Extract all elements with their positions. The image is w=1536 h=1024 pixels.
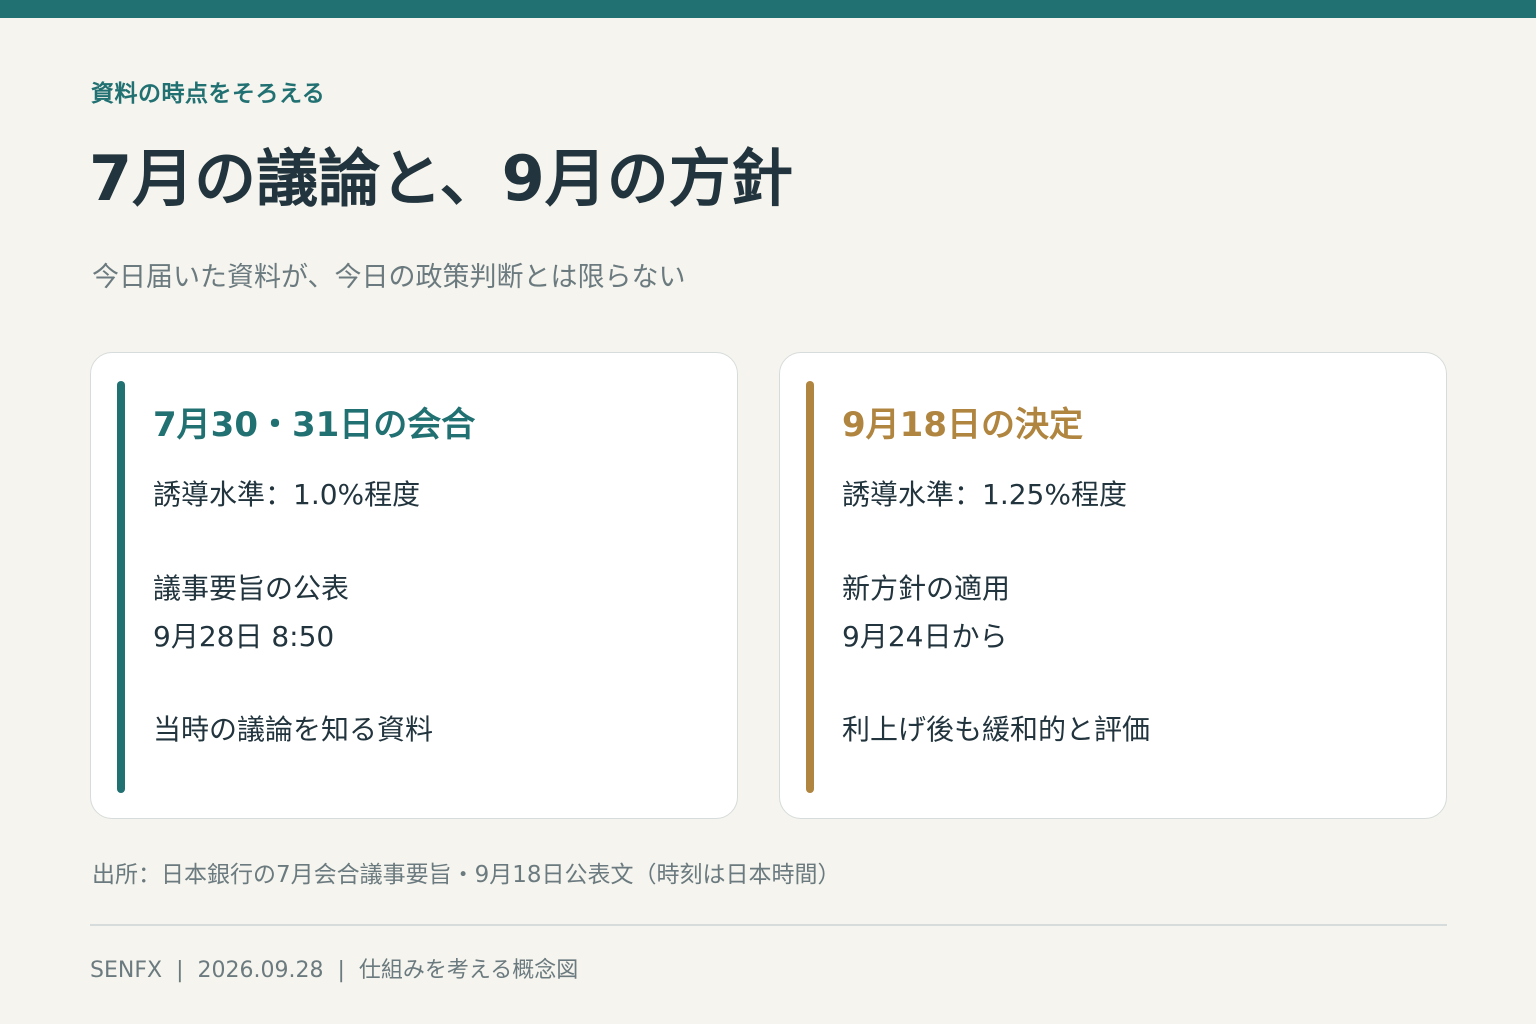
card-note: 利上げ後も緩和的と評価 bbox=[842, 713, 1151, 746]
footer-date: 2026.09.28 bbox=[197, 958, 324, 983]
footer-caption: 仕組みを考える概念図 bbox=[358, 958, 579, 983]
footer: SENFX | 2026.09.28 | 仕組みを考える概念図 bbox=[90, 952, 578, 984]
eyebrow-label: 資料の時点をそろえる bbox=[91, 81, 326, 107]
page-subtitle: 今日届いた資料が、今日の政策判断とは限らない bbox=[92, 262, 686, 293]
card-september-decision: 9月18日の決定 誘導水準：1.25%程度 新方針の適用 9月24日から 利上げ… bbox=[779, 352, 1447, 819]
footer-separator: | bbox=[337, 958, 345, 983]
footer-brand: SENFX bbox=[90, 958, 163, 983]
card-item-value: 9月28日 8:50 bbox=[153, 620, 335, 653]
footer-divider bbox=[90, 924, 1447, 926]
top-accent-bar bbox=[0, 0, 1536, 18]
card-title: 7月30・31日の会合 bbox=[153, 405, 476, 445]
page-title: 7月の議論と、9月の方針 bbox=[89, 142, 793, 215]
card-note: 当時の議論を知る資料 bbox=[153, 713, 434, 746]
card-accent-bar bbox=[806, 381, 814, 793]
card-item-label: 新方針の適用 bbox=[842, 572, 1011, 605]
card-item-value: 9月24日から bbox=[842, 620, 1008, 653]
footer-separator: | bbox=[176, 958, 184, 983]
card-july-meeting: 7月30・31日の会合 誘導水準：1.0%程度 議事要旨の公表 9月28日 8:… bbox=[90, 352, 738, 819]
card-accent-bar bbox=[117, 381, 125, 793]
source-note: 出所：日本銀行の7月会合議事要旨・9月18日公表文（時刻は日本時間） bbox=[92, 862, 841, 888]
card-item-label: 議事要旨の公表 bbox=[153, 572, 350, 605]
card-title: 9月18日の決定 bbox=[842, 405, 1083, 445]
card-rate: 誘導水準：1.25%程度 bbox=[842, 478, 1127, 511]
card-rate: 誘導水準：1.0%程度 bbox=[153, 478, 421, 511]
